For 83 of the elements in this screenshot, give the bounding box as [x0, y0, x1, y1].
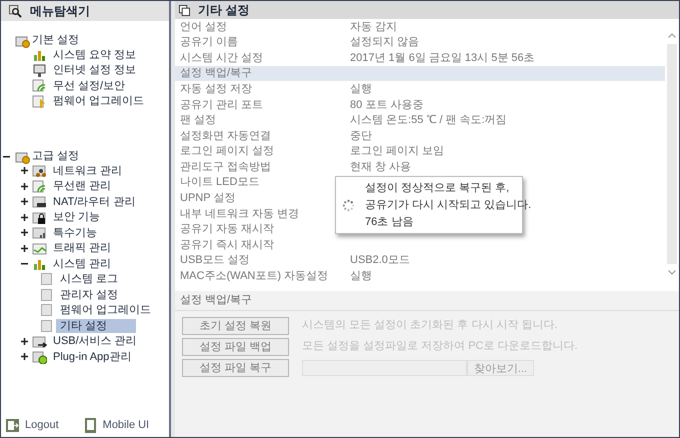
logout-icon [5, 418, 20, 432]
setting-label[interactable]: 자동 설정 저장 [180, 80, 350, 98]
page-icon [41, 304, 52, 316]
expand-icon[interactable] [21, 229, 28, 236]
tree-item[interactable]: 시스템 로그 [56, 272, 136, 286]
mobile-icon [82, 418, 98, 432]
setting-value: 설정되지 않음 [350, 35, 420, 50]
setting-value: 자동 감지 [350, 20, 398, 35]
setting-label[interactable]: 관리도구 접속방법 [180, 158, 350, 176]
panel-title: 기타 설정 [198, 2, 250, 19]
tree-item[interactable]: 펌웨어 업그레이드 [56, 303, 156, 318]
expand-icon[interactable] [21, 198, 28, 206]
setting-value: 중단 [350, 128, 372, 144]
expand-icon[interactable] [21, 214, 28, 221]
router-icon [32, 194, 47, 210]
action-button[interactable]: 초기 설정 복원 [182, 316, 289, 334]
action-button[interactable]: 설정 파일 복구 [182, 358, 289, 376]
setting-value: 시스템 온도:55 ℃ / 팬 속도:꺼짐 [350, 113, 507, 128]
tree-item[interactable]: 특수기능 [51, 226, 99, 240]
page-icon [41, 273, 52, 286]
tree-item[interactable]: 시스템 관리 [51, 256, 114, 271]
wireless-icon [32, 78, 47, 94]
setting-label[interactable]: 공유기 관리 포트 [180, 96, 350, 114]
setting-value: 실행 [350, 82, 372, 97]
expand-icon[interactable] [21, 244, 28, 252]
footer-link[interactable]: Logout [25, 416, 59, 434]
wireless-icon [32, 178, 47, 194]
dialog-message: 설정이 정상적으로 복구된 후, [365, 180, 510, 196]
setting-value: 80 포트 사용중 [350, 98, 424, 113]
tree-item[interactable]: 시스템 요약 정보 [51, 48, 138, 62]
setting-label[interactable]: 공유기 이름 [180, 34, 350, 51]
tree-item[interactable]: Plug-in App관리 [51, 350, 134, 364]
scroll-up-icon[interactable] [668, 33, 676, 38]
tree-item[interactable]: 무선 설정/보안 [51, 78, 128, 93]
windows-icon [179, 4, 190, 16]
tree-item[interactable]: 펌웨어 업그레이드 [51, 94, 146, 108]
loading-spinner-icon [342, 198, 355, 212]
expand-icon[interactable] [21, 167, 28, 174]
setting-label[interactable]: MAC주소(WAN포트) 자동설정 [180, 268, 350, 285]
plugin-icon [32, 349, 47, 364]
action-button[interactable]: 설정 파일 백업 [182, 338, 289, 356]
folder-icon [32, 225, 47, 240]
collapse-icon[interactable] [21, 260, 28, 268]
setting-value: 2017년 1월 6일 금요일 13시 5분 56초 [350, 50, 535, 66]
setting-label[interactable]: 설정화면 자동연결 [180, 128, 350, 144]
upgrade-arrow-icon [32, 94, 47, 109]
setting-label[interactable]: 로그인 페이지 설정 [180, 143, 350, 160]
lock-icon [32, 210, 47, 225]
monitor-icon [32, 62, 47, 78]
setting-value: 로그인 페이지 보임 [350, 144, 444, 160]
setting-label[interactable]: 언어 설정 [180, 18, 350, 36]
tree-item[interactable]: USB/서비스 관리 [51, 334, 139, 348]
setting-value: USB2.0모드 [350, 253, 410, 268]
dialog-message: 76초 남음 [365, 214, 414, 230]
setting-value: 현재 창 사용 [350, 160, 412, 175]
sidebar-title: 메뉴탐색기 [30, 3, 90, 20]
page-icon [41, 320, 52, 332]
tree-item[interactable]: 고급 설정 [32, 149, 80, 163]
tree-item[interactable]: 관리자 설정 [56, 288, 136, 302]
tree-item[interactable]: NAT/라우터 관리 [51, 194, 138, 209]
traffic-chart-icon [32, 240, 47, 256]
scroll-down-icon[interactable] [668, 270, 676, 275]
tree-item[interactable]: 보안 기능 [51, 210, 102, 224]
setting-label[interactable]: 시스템 시간 설정 [180, 50, 350, 66]
setting-value: 실행 [350, 269, 372, 284]
network-icon [32, 163, 47, 178]
tree-item[interactable]: 기타 설정 [56, 318, 136, 333]
expand-icon[interactable] [21, 182, 28, 190]
expand-icon[interactable] [21, 353, 28, 360]
setting-label[interactable]: USB모드 설정 [180, 252, 350, 269]
footer-link[interactable]: Mobile UI [102, 416, 150, 434]
search-icon [9, 4, 22, 18]
tree-item[interactable]: 기본 설정 [32, 33, 80, 47]
tree-item[interactable]: 네트워크 관리 [51, 164, 124, 178]
expand-icon[interactable] [21, 338, 28, 345]
tree-item[interactable]: 인터넷 설정 정보 [51, 63, 138, 78]
setting-label[interactable]: 공유기 즉시 재시작 [180, 236, 350, 254]
dialog-message: 공유기가 다시 시작되고 있습니다. [365, 198, 532, 212]
setting-label[interactable]: 팬 설정 [180, 112, 350, 129]
section-header: 설정 백업/복구 [175, 291, 679, 311]
tree-item[interactable]: 트래픽 관리 [51, 241, 114, 256]
tree-item[interactable]: 무선랜 관리 [51, 179, 114, 194]
page-icon [41, 288, 52, 301]
